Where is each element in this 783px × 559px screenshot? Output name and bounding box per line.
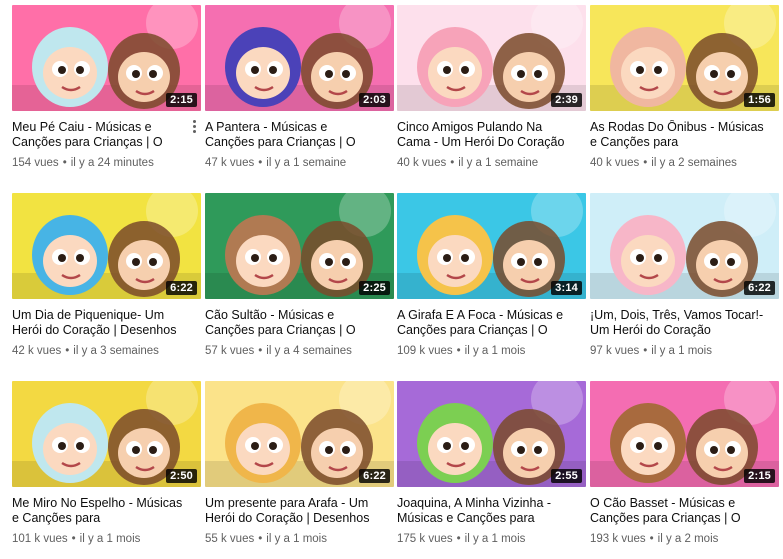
video-title[interactable]: Joaquina, A Minha Vizinha - Músicas e Ca… (397, 496, 586, 526)
video-thumbnail[interactable]: 2:15 (12, 5, 201, 111)
video-meta: 42 k vues • il y a 3 semaines (12, 345, 201, 357)
more-options-icon[interactable] (189, 118, 199, 136)
duration-badge: 2:25 (359, 281, 390, 295)
meta-separator: • (456, 345, 461, 357)
view-count: 109 k vues (397, 345, 453, 357)
view-count: 40 k vues (397, 157, 447, 169)
meta-separator: • (456, 533, 461, 545)
duration-badge: 6:22 (359, 469, 390, 483)
video-card[interactable]: 2:25 Cão Sultão - Músicas e Canções para… (205, 193, 394, 357)
meta-separator: • (62, 157, 67, 169)
video-title[interactable]: O Cão Basset - Músicas e Canções para Cr… (590, 496, 779, 526)
meta-separator: • (450, 157, 455, 169)
video-title[interactable]: Cão Sultão - Músicas e Canções para Cria… (205, 308, 394, 338)
view-count: 57 k vues (205, 345, 255, 357)
video-thumbnail[interactable]: 2:25 (205, 193, 394, 299)
video-title[interactable]: Me Miro No Espelho - Músicas e Canções p… (12, 496, 201, 526)
duration-badge: 2:03 (359, 93, 390, 107)
video-card[interactable]: 2:50 Me Miro No Espelho - Músicas e Canç… (12, 381, 201, 545)
view-count: 97 k vues (590, 345, 640, 357)
video-card[interactable]: 6:22 Um Dia de Piquenique- Um Herói do C… (12, 193, 201, 357)
video-thumbnail[interactable]: 2:03 (205, 5, 394, 111)
upload-age: il y a 1 mois (651, 345, 712, 357)
upload-age: il y a 24 minutes (70, 157, 154, 169)
upload-age: il y a 2 semaines (651, 157, 737, 169)
video-title[interactable]: Um Dia de Piquenique- Um Herói do Coraçã… (12, 308, 201, 338)
view-count: 42 k vues (12, 345, 62, 357)
video-meta: 109 k vues • il y a 1 mois (397, 345, 586, 357)
video-meta: 47 k vues • il y a 1 semaine (205, 157, 394, 169)
meta-separator: • (643, 345, 648, 357)
video-meta: 101 k vues • il y a 1 mois (12, 533, 201, 545)
video-card[interactable]: 1:56 As Rodas Do Ônibus - Músicas e Canç… (590, 5, 779, 169)
video-meta: 154 vues • il y a 24 minutes (12, 157, 201, 169)
duration-badge: 6:22 (166, 281, 197, 295)
video-card[interactable]: 3:14 A Girafa E A Foca - Músicas e Cançõ… (397, 193, 586, 357)
video-card[interactable]: 2:15 Meu Pé Caiu - Músicas e Canções par… (12, 5, 201, 169)
meta-separator: • (71, 533, 76, 545)
duration-badge: 2:15 (166, 93, 197, 107)
duration-badge: 2:55 (551, 469, 582, 483)
video-card[interactable]: 2:55 Joaquina, A Minha Vizinha - Músicas… (397, 381, 586, 545)
video-thumbnail[interactable]: 6:22 (205, 381, 394, 487)
video-title[interactable]: ¡Um, Dois, Três, Vamos Tocar!- Um Herói … (590, 308, 779, 338)
duration-badge: 1:56 (744, 93, 775, 107)
view-count: 154 vues (12, 157, 59, 169)
meta-separator: • (258, 345, 263, 357)
video-thumbnail[interactable]: 3:14 (397, 193, 586, 299)
video-thumbnail[interactable]: 2:39 (397, 5, 586, 111)
video-meta: 193 k vues • il y a 2 mois (590, 533, 779, 545)
video-thumbnail[interactable]: 6:22 (590, 193, 779, 299)
upload-age: il y a 3 semaines (73, 345, 159, 357)
video-title[interactable]: Meu Pé Caiu - Músicas e Canções para Cri… (12, 120, 201, 150)
video-card[interactable]: 2:15 O Cão Basset - Músicas e Canções pa… (590, 381, 779, 545)
video-thumbnail[interactable]: 6:22 (12, 193, 201, 299)
upload-age: il y a 1 mois (79, 533, 141, 545)
video-meta: 57 k vues • il y a 4 semaines (205, 345, 394, 357)
duration-badge: 6:22 (744, 281, 775, 295)
meta-separator: • (643, 157, 648, 169)
upload-age: il y a 1 mois (464, 345, 526, 357)
video-meta: 175 k vues • il y a 1 mois (397, 533, 586, 545)
meta-separator: • (649, 533, 654, 545)
video-thumbnail[interactable]: 1:56 (590, 5, 779, 111)
upload-age: il y a 1 mois (266, 533, 327, 545)
video-thumbnail[interactable]: 2:15 (590, 381, 779, 487)
video-title[interactable]: A Pantera - Músicas e Canções para Crian… (205, 120, 394, 150)
upload-age: il y a 4 semaines (266, 345, 352, 357)
video-card[interactable]: 2:03 A Pantera - Músicas e Canções para … (205, 5, 394, 169)
duration-badge: 2:50 (166, 469, 197, 483)
video-meta: 40 k vues • il y a 1 semaine (397, 157, 586, 169)
duration-badge: 2:39 (551, 93, 582, 107)
meta-separator: • (65, 345, 70, 357)
duration-badge: 2:15 (744, 469, 775, 483)
view-count: 47 k vues (205, 157, 255, 169)
video-title[interactable]: A Girafa E A Foca - Músicas e Canções pa… (397, 308, 586, 338)
video-meta: 40 k vues • il y a 2 semaines (590, 157, 779, 169)
video-thumbnail[interactable]: 2:50 (12, 381, 201, 487)
view-count: 55 k vues (205, 533, 255, 545)
video-card[interactable]: 6:22 ¡Um, Dois, Três, Vamos Tocar!- Um H… (590, 193, 779, 357)
upload-age: il y a 1 semaine (458, 157, 539, 169)
video-title[interactable]: Um presente para Arafa - Um Herói do Cor… (205, 496, 394, 526)
view-count: 40 k vues (590, 157, 640, 169)
view-count: 193 k vues (590, 533, 646, 545)
view-count: 175 k vues (397, 533, 453, 545)
video-grid: 2:15 Meu Pé Caiu - Músicas e Canções par… (0, 0, 783, 559)
video-meta: 55 k vues • il y a 1 mois (205, 533, 394, 545)
meta-separator: • (258, 533, 263, 545)
meta-separator: • (258, 157, 263, 169)
video-card[interactable]: 2:39 Cinco Amigos Pulando Na Cama - Um H… (397, 5, 586, 169)
video-card[interactable]: 6:22 Um presente para Arafa - Um Herói d… (205, 381, 394, 545)
duration-badge: 3:14 (551, 281, 582, 295)
video-title[interactable]: As Rodas Do Ônibus - Músicas e Canções p… (590, 120, 779, 150)
upload-age: il y a 1 mois (464, 533, 526, 545)
upload-age: il y a 1 semaine (266, 157, 347, 169)
video-meta: 97 k vues • il y a 1 mois (590, 345, 779, 357)
video-thumbnail[interactable]: 2:55 (397, 381, 586, 487)
video-title[interactable]: Cinco Amigos Pulando Na Cama - Um Herói … (397, 120, 586, 150)
view-count: 101 k vues (12, 533, 68, 545)
upload-age: il y a 2 mois (657, 533, 719, 545)
